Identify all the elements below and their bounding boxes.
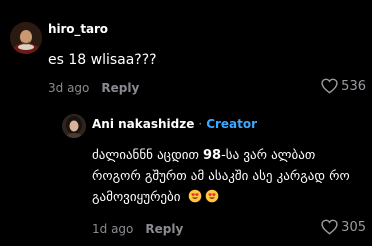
- separator-dot: ·: [198, 117, 203, 131]
- reply-username[interactable]: Ani nakashidze: [92, 117, 194, 131]
- comment-text: es 18 wlisaa???: [48, 52, 157, 68]
- reply-button[interactable]: Reply: [101, 81, 139, 95]
- reply-like-button[interactable]: 305: [321, 219, 366, 235]
- heart-icon: [321, 219, 338, 235]
- avatar-photo-image: [62, 114, 86, 138]
- like-count: 536: [341, 78, 366, 94]
- comment-timestamp: 3d ago: [48, 81, 90, 95]
- like-button[interactable]: 536: [321, 78, 366, 94]
- heart-icon: [321, 78, 338, 94]
- reply-author-row: Ani nakashidze · Creator: [92, 117, 257, 131]
- reply-avatar[interactable]: [62, 114, 86, 138]
- heart-eyes-emoji-icon: [188, 189, 201, 203]
- reply-meta: 1d ago Reply: [92, 221, 183, 237]
- comment-username[interactable]: hiro_taro: [48, 22, 108, 36]
- heart-eyes-emoji-icon: [205, 189, 218, 203]
- reply-like-count: 305: [341, 219, 366, 235]
- reply-timestamp: 1d ago: [92, 222, 134, 236]
- reply-text: ძალიანნნ აცდით 98-სა ვარ ალბათ როგორ გშუ…: [92, 145, 362, 208]
- comment-thread: hiro_taro es 18 wlisaa??? 3d ago Reply 5…: [0, 0, 372, 246]
- avatar-portrait-image: [10, 22, 42, 54]
- creator-badge: Creator: [206, 117, 258, 131]
- avatar[interactable]: [10, 22, 42, 54]
- reply-reply-button[interactable]: Reply: [145, 222, 183, 236]
- reply-text-bold: 98: [203, 148, 222, 163]
- reply-text-part-1: ძალიანნნ აცდით: [92, 148, 204, 163]
- comment-meta: 3d ago Reply: [48, 80, 139, 96]
